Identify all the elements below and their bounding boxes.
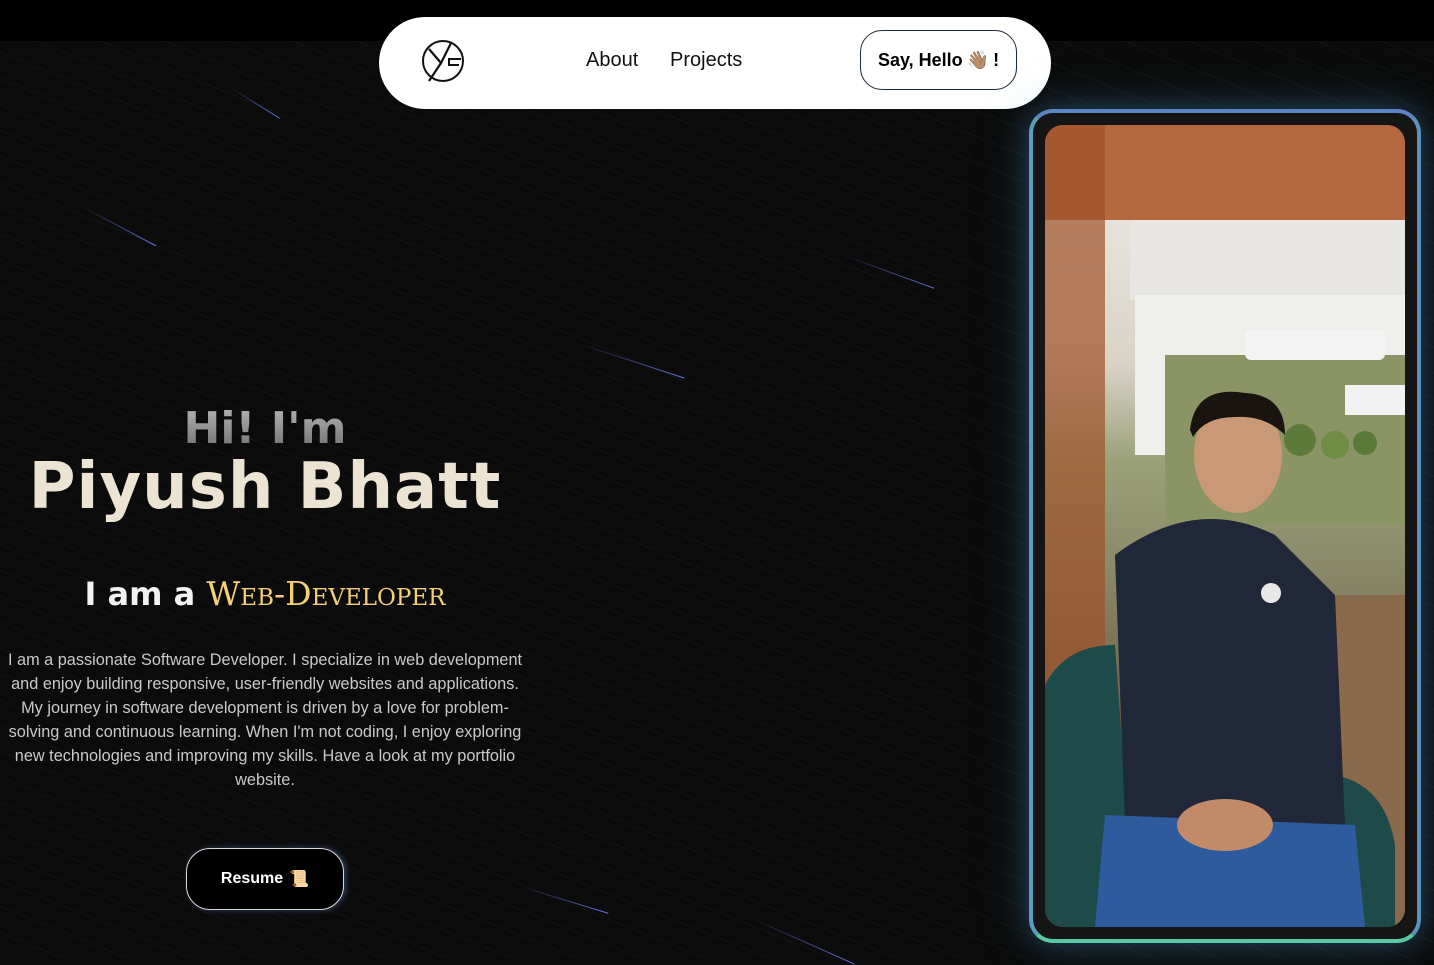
waving-hand-icon: 👋🏽 [966, 49, 990, 70]
role-word: Web-Developer [206, 574, 446, 613]
intro-paragraph: I am a passionate Software Developer. I … [7, 651, 523, 789]
scroll-icon: 📜 [289, 871, 310, 888]
say-hello-label: Say, Hello [877, 49, 963, 70]
navbar: About Projects Say, Hello 👋🏽! [379, 17, 1051, 109]
role-heading: I am a Web-Developer [0, 574, 530, 613]
say-hello-button[interactable]: Say, Hello 👋🏽! [860, 30, 1017, 90]
say-hello-suffix: ! [993, 49, 1000, 70]
resume-label: Resume [220, 870, 284, 887]
profile-photo-icon [1045, 125, 1405, 927]
role-prefix: I am a [84, 575, 196, 613]
photo-frame [1029, 109, 1421, 943]
greeting: Hi! I'm [0, 403, 530, 454]
resume-button[interactable]: Resume 📜 [186, 848, 344, 910]
yg-monogram-logo-icon[interactable] [419, 37, 467, 85]
nav-link-about[interactable]: About [586, 49, 638, 72]
hero-name: Piyush Bhatt [28, 450, 502, 524]
nav-link-projects[interactable]: Projects [670, 49, 742, 72]
